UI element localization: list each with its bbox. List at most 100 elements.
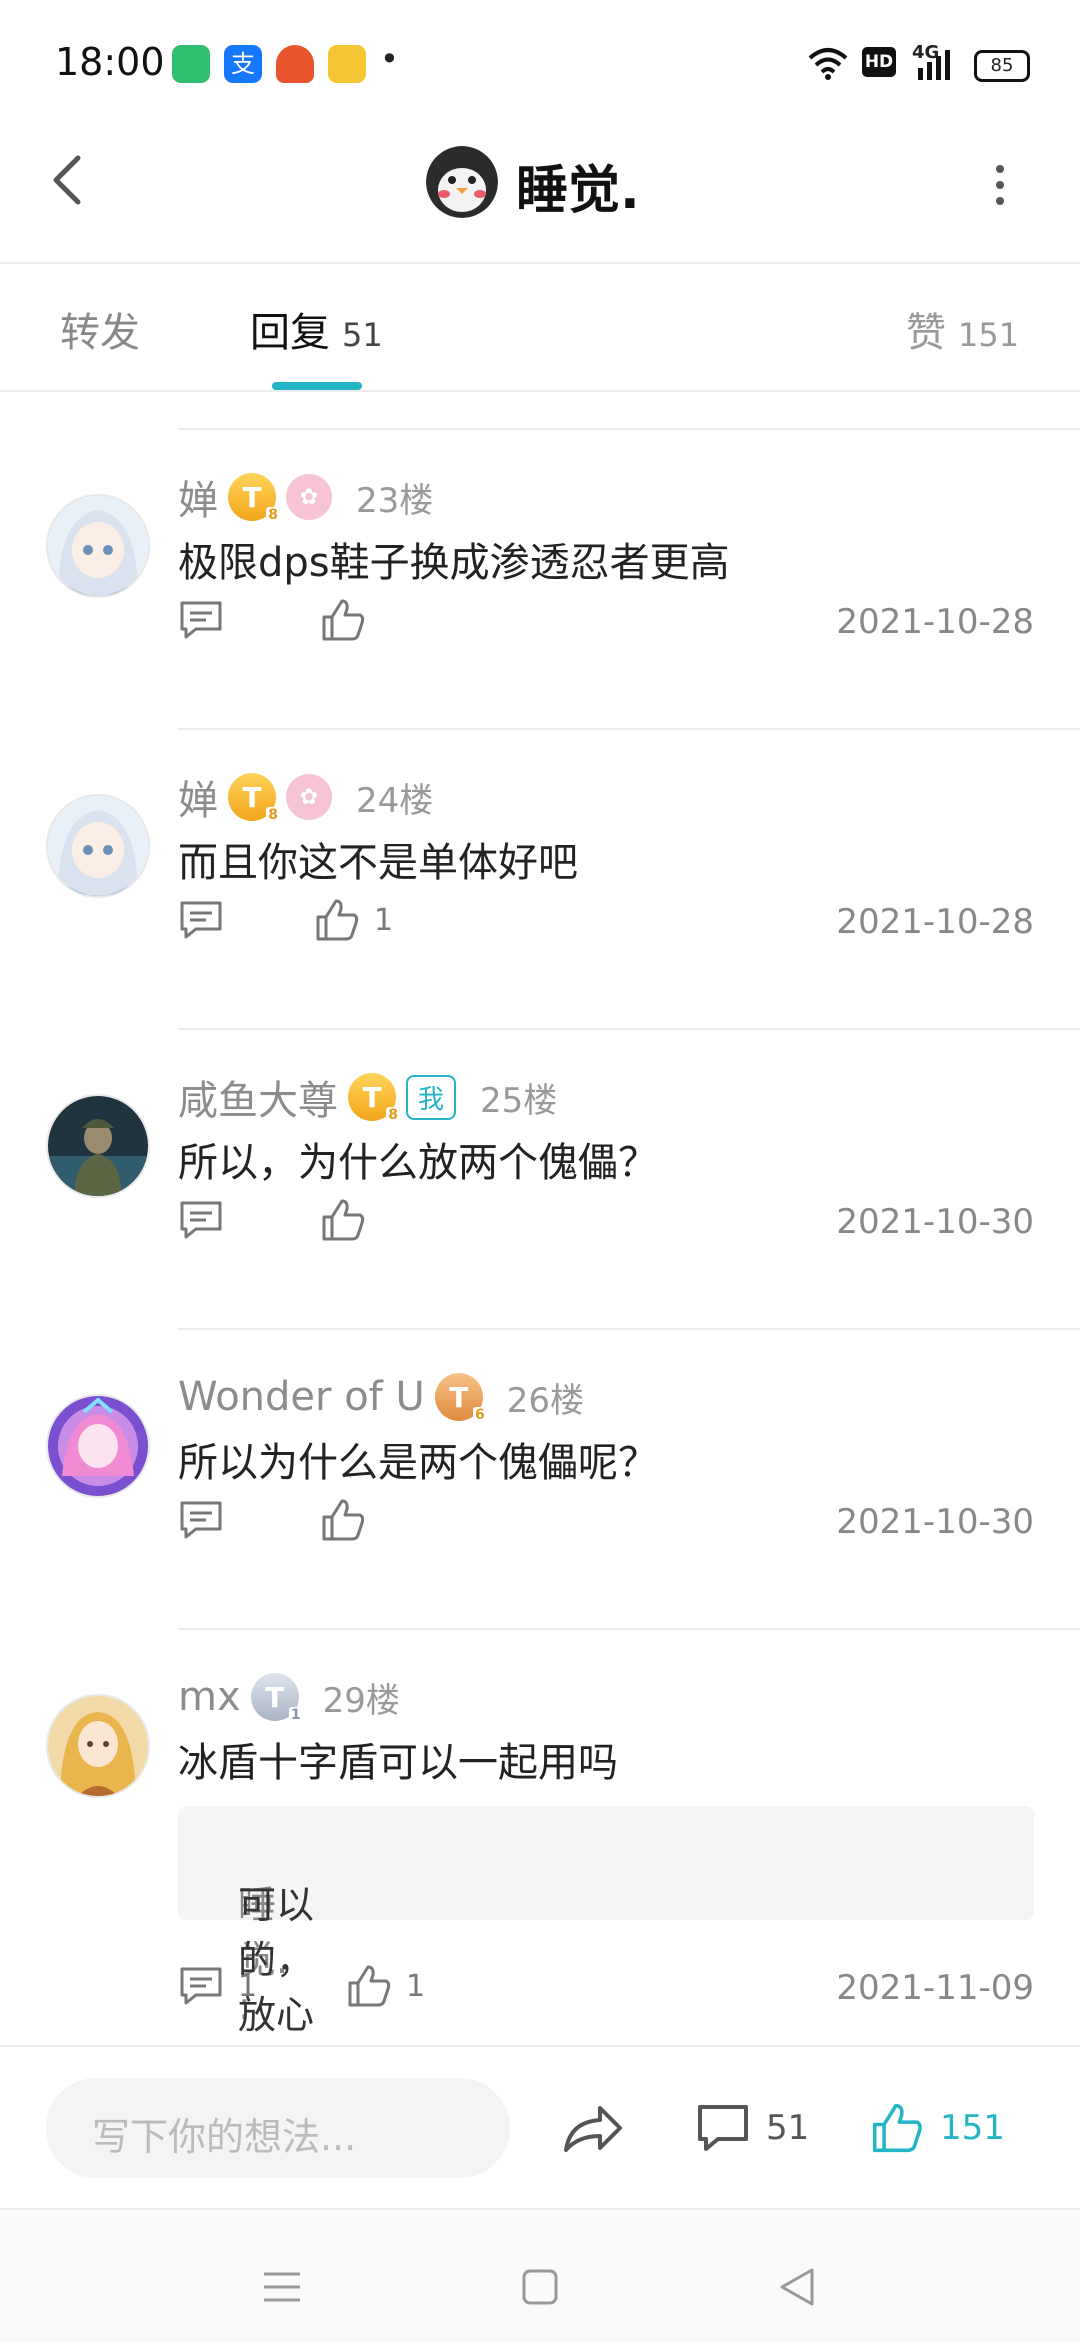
level-badge: T6 [434,1373,487,1423]
level-badge: T1 [250,1673,303,1723]
username[interactable]: 咸鱼大尊 [178,1068,338,1126]
level-number: 1 [288,1707,303,1723]
sub-reply-box[interactable]: 睡觉. : 可以的，放心使用 [178,1806,1034,2037]
comment-input[interactable]: 写下你的想法... [46,2078,510,2178]
comments-button[interactable]: 51 [696,2098,809,2158]
menu-icon[interactable] [262,2270,302,2304]
level-letter: T [242,780,262,814]
system-nav-bar [0,2208,1080,2342]
level-letter: T [265,1680,285,1714]
thumbs-up-icon [322,1499,365,1541]
comment-header: 咸鱼大尊 T8 我 25楼 [178,1072,558,1124]
battery-indicator: 85 [974,50,1030,82]
like-button[interactable] [320,1490,380,1550]
tab-reply-count: 51 [342,316,383,354]
tab-forward-label: 转发 [60,310,140,356]
user-avatar[interactable] [46,1694,150,1798]
anime-girl-avatar-image [48,496,148,596]
level-letter: T [362,1080,382,1114]
username[interactable]: 婵 [178,768,218,826]
reply-button[interactable] [178,590,238,650]
bunny-badge-icon: ✿ [286,774,332,820]
reply-count: 1 [238,1968,258,2004]
comments-count: 51 [766,2108,810,2148]
comment-icon [180,601,222,639]
home-icon[interactable] [521,2268,559,2306]
like-button[interactable]: 1 [314,890,393,950]
user-avatar[interactable] [46,1394,150,1498]
tab-like-label: 赞 [906,310,946,356]
level-number: 6 [473,1407,487,1423]
author-avatar[interactable] [426,146,498,218]
like-button[interactable] [320,590,380,650]
user-avatar[interactable] [46,494,150,598]
tab-forward[interactable]: 转发 [60,300,140,358]
comment-item: mx T1 29楼 冰盾十字盾可以一起用吗 睡觉. : 可以的，放心使用 1 1… [0,1630,1080,2045]
comment-text: 所以，为什么放两个傀儡？ [178,1140,658,1186]
hd-badge: HD [862,47,896,77]
floor-number: 25楼 [480,1080,558,1121]
level-badge: T8 [348,1073,400,1123]
comment-icon [180,901,222,939]
likes-count: 151 [940,2108,1005,2148]
reply-button[interactable] [178,1190,238,1250]
back-nav-icon[interactable] [776,2266,816,2308]
comment-text: 所以为什么是两个傀儡呢？ [178,1440,658,1486]
tab-like[interactable]: 赞 151 [906,300,1019,358]
game-app-icon [276,45,314,83]
username[interactable]: 婵 [178,468,218,526]
comment-text: 而且你这不是单体好吧 [178,840,578,886]
comment-header: 婵 T8 ✿ 24楼 [178,772,433,824]
thumbs-up-icon [322,599,365,641]
user-avatar[interactable] [46,1094,150,1198]
battery-level: 85 [990,55,1014,76]
comment-date: 2021-10-30 [836,1202,1034,1242]
like-count: 1 [374,902,394,938]
comment-list: 婵 T8 ✿ 23楼 极限dps鞋子换成渗透忍者更高 2021-10-28 婵 … [0,392,1080,2045]
level-letter: T [242,480,262,514]
fantasy-girl-avatar-image [48,1396,148,1496]
signal-icon [918,50,950,80]
share-icon[interactable] [560,2100,624,2156]
like-button[interactable] [320,1190,380,1250]
likes-button[interactable]: 151 [870,2096,1005,2160]
level-number: 8 [266,807,280,823]
page-title: 睡觉. [516,161,640,221]
comment-header: mx T1 29楼 [178,1672,400,1723]
blonde-girl-avatar-image [48,1696,148,1796]
me-badge: 我 [406,1074,457,1120]
user-avatar[interactable] [46,794,150,898]
reply-button[interactable] [178,890,238,950]
notification-dot: • [380,40,399,78]
comment-icon [180,1201,222,1239]
like-count: 1 [406,1968,426,2004]
comment-input-placeholder: 写下你的想法... [92,2115,357,2159]
heart-app-icon [328,45,366,83]
back-button[interactable] [40,150,100,210]
comment-item: Wonder of U T6 26楼 所以为什么是两个傀儡呢？ 2021-10-… [0,1330,1080,1630]
more-options-icon[interactable] [985,155,1015,215]
username[interactable]: Wonder of U [178,1374,425,1420]
alipay-app-icon: 支 [224,45,262,83]
level-badge: T8 [228,473,280,523]
comment-icon [180,1501,222,1539]
username[interactable]: mx [178,1674,241,1720]
comment-date: 2021-10-28 [836,902,1034,942]
comment-item: 婵 T8 ✿ 23楼 极限dps鞋子换成渗透忍者更高 2021-10-28 [0,430,1080,730]
tab-reply[interactable]: 回复 51 [250,300,383,358]
comment-header: 婵 T8 ✿ 23楼 [178,472,433,524]
like-button[interactable]: 1 [346,1956,425,2016]
comment-date: 2021-10-28 [836,602,1034,642]
tab-like-count: 151 [958,316,1020,354]
battery-app-icon [172,45,210,83]
thumbs-up-icon [322,1199,365,1241]
comment-header: Wonder of U T6 26楼 [178,1372,584,1423]
level-letter: T [449,1380,469,1414]
reply-button[interactable] [178,1490,238,1550]
comment-text: 极限dps鞋子换成渗透忍者更高 [178,540,730,586]
tab-reply-label: 回复 [250,310,330,356]
reply-button[interactable]: 1 [178,1956,257,2016]
thumbs-up-icon [872,2103,922,2153]
thumbs-up-icon [348,1965,391,2007]
comment-icon [698,2105,748,2151]
